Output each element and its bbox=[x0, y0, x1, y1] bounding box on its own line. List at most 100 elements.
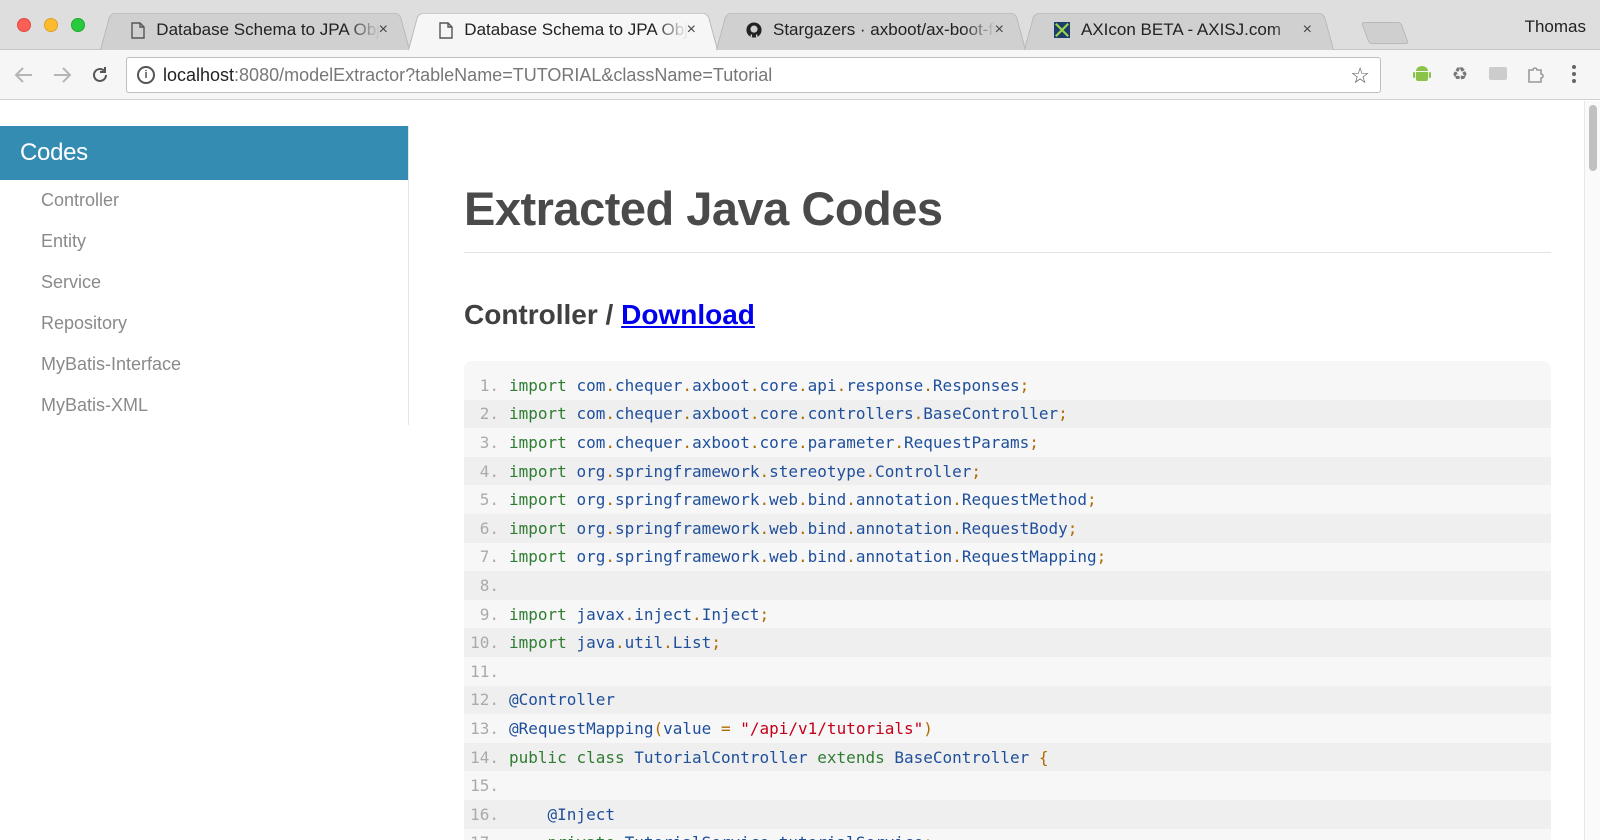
axicon-icon bbox=[1054, 21, 1070, 39]
code-text: import com.chequer.axboot.core.controlle… bbox=[509, 404, 1068, 424]
code-line: 14. public class TutorialController exten… bbox=[464, 742, 1551, 772]
line-number: 2. bbox=[479, 404, 499, 424]
page-icon bbox=[130, 21, 145, 39]
code-line: 3. import com.chequer.axboot.core.paramet… bbox=[464, 428, 1551, 457]
reload-icon[interactable] bbox=[88, 63, 112, 87]
code-line: 8. bbox=[464, 571, 1551, 600]
sidebar: Codes Controller Entity Service Reposito… bbox=[0, 126, 409, 425]
code-text: import com.chequer.axboot.core.parameter… bbox=[509, 432, 1039, 452]
tab-close-icon[interactable]: × bbox=[995, 21, 1004, 39]
code-text: import org.springframework.web.bind.anno… bbox=[509, 518, 1078, 538]
line-number: 15. bbox=[470, 776, 499, 796]
line-number: 7. bbox=[479, 547, 499, 567]
code-line: 15. bbox=[464, 771, 1551, 800]
sidebar-item-repository[interactable]: Repository bbox=[0, 303, 408, 344]
window-close-button[interactable] bbox=[17, 18, 31, 32]
recycle-icon[interactable]: ♻ bbox=[1448, 62, 1472, 86]
code-text: import com.chequer.axboot.core.api.respo… bbox=[509, 375, 1030, 395]
tab-title: Stargazers · axboot/ax-boot-fr bbox=[773, 20, 996, 39]
line-number: 16. bbox=[470, 804, 499, 824]
code-text: import javax.inject.Inject; bbox=[509, 604, 770, 624]
code-line: 7. import org.springframework.web.bind.an… bbox=[464, 542, 1551, 572]
tab-title: Database Schema to JPA Obje bbox=[156, 20, 380, 39]
new-tab-button[interactable] bbox=[1360, 22, 1410, 44]
browser-tab-1[interactable]: Database Schema to JPA Obje × bbox=[100, 10, 410, 51]
line-number: 11. bbox=[470, 661, 499, 681]
menu-dots-icon[interactable] bbox=[1562, 62, 1586, 86]
title-divider bbox=[464, 252, 1551, 253]
download-link[interactable]: Download bbox=[621, 299, 755, 330]
browser-tab-bar: Database Schema to JPA Obje × Database S… bbox=[0, 0, 1600, 51]
code-text: @Controller bbox=[509, 690, 615, 710]
browser-tab-2[interactable]: Database Schema to JPA Obje × bbox=[408, 10, 718, 51]
code-text: public class TutorialController extends … bbox=[509, 747, 1049, 767]
sidebar-item-controller[interactable]: Controller bbox=[0, 180, 408, 221]
line-number: 13. bbox=[470, 718, 499, 738]
section-title: Controller / Download bbox=[464, 299, 755, 331]
code-line: 6. import org.springframework.web.bind.an… bbox=[464, 513, 1551, 543]
code-text: import org.springframework.web.bind.anno… bbox=[509, 547, 1107, 567]
sidebar-item-mybatis-interface[interactable]: MyBatis-Interface bbox=[0, 344, 408, 385]
code-block: 1. import com.chequer.axboot.core.api.res… bbox=[464, 361, 1551, 840]
code-line: 9. import javax.inject.Inject; bbox=[464, 599, 1551, 629]
line-number: 10. bbox=[470, 633, 499, 653]
cast-icon[interactable] bbox=[1486, 62, 1510, 86]
url-path: :8080/modelExtractor?tableName=TUTORIAL&… bbox=[234, 64, 773, 85]
browser-toolbar: i localhost:8080/modelExtractor?tableNam… bbox=[0, 50, 1600, 100]
code-text: @Inject bbox=[547, 804, 615, 824]
code-text: @RequestMapping(value = "/api/v1/tutoria… bbox=[509, 718, 933, 738]
code-line: 10. import java.util.List; bbox=[464, 628, 1551, 657]
line-number: 6. bbox=[479, 518, 499, 538]
code-text: import org.springframework.web.bind.anno… bbox=[509, 490, 1097, 510]
code-line: 11. bbox=[464, 656, 1551, 686]
line-number: 1. bbox=[479, 375, 499, 395]
back-arrow-icon[interactable] bbox=[12, 63, 36, 87]
forward-arrow-icon[interactable] bbox=[50, 63, 74, 87]
profile-name[interactable]: Thomas bbox=[1525, 17, 1586, 37]
page-icon bbox=[438, 21, 453, 39]
window-minimize-button[interactable] bbox=[44, 18, 58, 32]
code-line: 5. import org.springframework.web.bind.an… bbox=[464, 485, 1551, 514]
tab-close-icon[interactable]: × bbox=[687, 21, 696, 39]
page-title: Extracted Java Codes bbox=[464, 182, 943, 235]
line-number: 8. bbox=[479, 575, 499, 595]
tab-close-icon[interactable]: × bbox=[1303, 21, 1312, 39]
code-text: import org.springframework.stereotype.Co… bbox=[509, 461, 982, 481]
browser-tab-4[interactable]: AXIcon BETA - AXISJ.com × bbox=[1024, 10, 1334, 51]
line-number: 4. bbox=[479, 461, 499, 481]
line-number: 17. bbox=[464, 833, 509, 840]
code-line: 17. private TutorialService tutorialServ… bbox=[464, 828, 1551, 840]
line-number: 5. bbox=[479, 490, 499, 510]
page-scrollbar[interactable] bbox=[1584, 101, 1600, 840]
android-icon[interactable] bbox=[1410, 62, 1434, 86]
code-line: 12. @Controller bbox=[464, 685, 1551, 715]
line-number: 3. bbox=[479, 432, 499, 452]
line-number: 9. bbox=[479, 604, 499, 624]
tab-close-icon[interactable]: × bbox=[379, 21, 388, 39]
code-line: 4. import org.springframework.stereotype.… bbox=[464, 456, 1551, 486]
sidebar-item-mybatis-xml[interactable]: MyBatis-XML bbox=[0, 385, 408, 426]
line-number: 14. bbox=[470, 747, 499, 767]
tab-title: Database Schema to JPA Obje bbox=[464, 20, 688, 39]
sidebar-item-service[interactable]: Service bbox=[0, 262, 408, 303]
github-icon bbox=[746, 21, 762, 39]
page-viewport: Codes Controller Entity Service Reposito… bbox=[0, 101, 1584, 840]
code-text: private TutorialService tutorialService; bbox=[509, 833, 933, 840]
address-bar[interactable]: i localhost:8080/modelExtractor?tableNam… bbox=[126, 57, 1381, 93]
bookmark-star-icon[interactable]: ☆ bbox=[1350, 63, 1370, 89]
sidebar-header: Codes bbox=[0, 126, 408, 180]
code-line: 1. import com.chequer.axboot.core.api.res… bbox=[464, 371, 1551, 400]
code-text: import java.util.List; bbox=[509, 633, 721, 653]
sidebar-item-entity[interactable]: Entity bbox=[0, 221, 408, 262]
window-zoom-button[interactable] bbox=[71, 18, 85, 32]
url-host: localhost bbox=[163, 64, 235, 85]
section-title-label: Controller / bbox=[464, 299, 622, 330]
puzzle-icon[interactable] bbox=[1524, 62, 1548, 86]
scrollbar-thumb[interactable] bbox=[1589, 105, 1597, 171]
info-icon[interactable]: i bbox=[137, 66, 155, 84]
code-line: 13. @RequestMapping(value = "/api/v1/tuto… bbox=[464, 714, 1551, 743]
browser-tab-3[interactable]: Stargazers · axboot/ax-boot-fr × bbox=[716, 10, 1026, 51]
code-line: 16. @Inject bbox=[464, 799, 1551, 829]
code-line: 2. import com.chequer.axboot.core.control… bbox=[464, 399, 1551, 429]
tab-title: AXIcon BETA - AXISJ.com bbox=[1081, 20, 1281, 39]
